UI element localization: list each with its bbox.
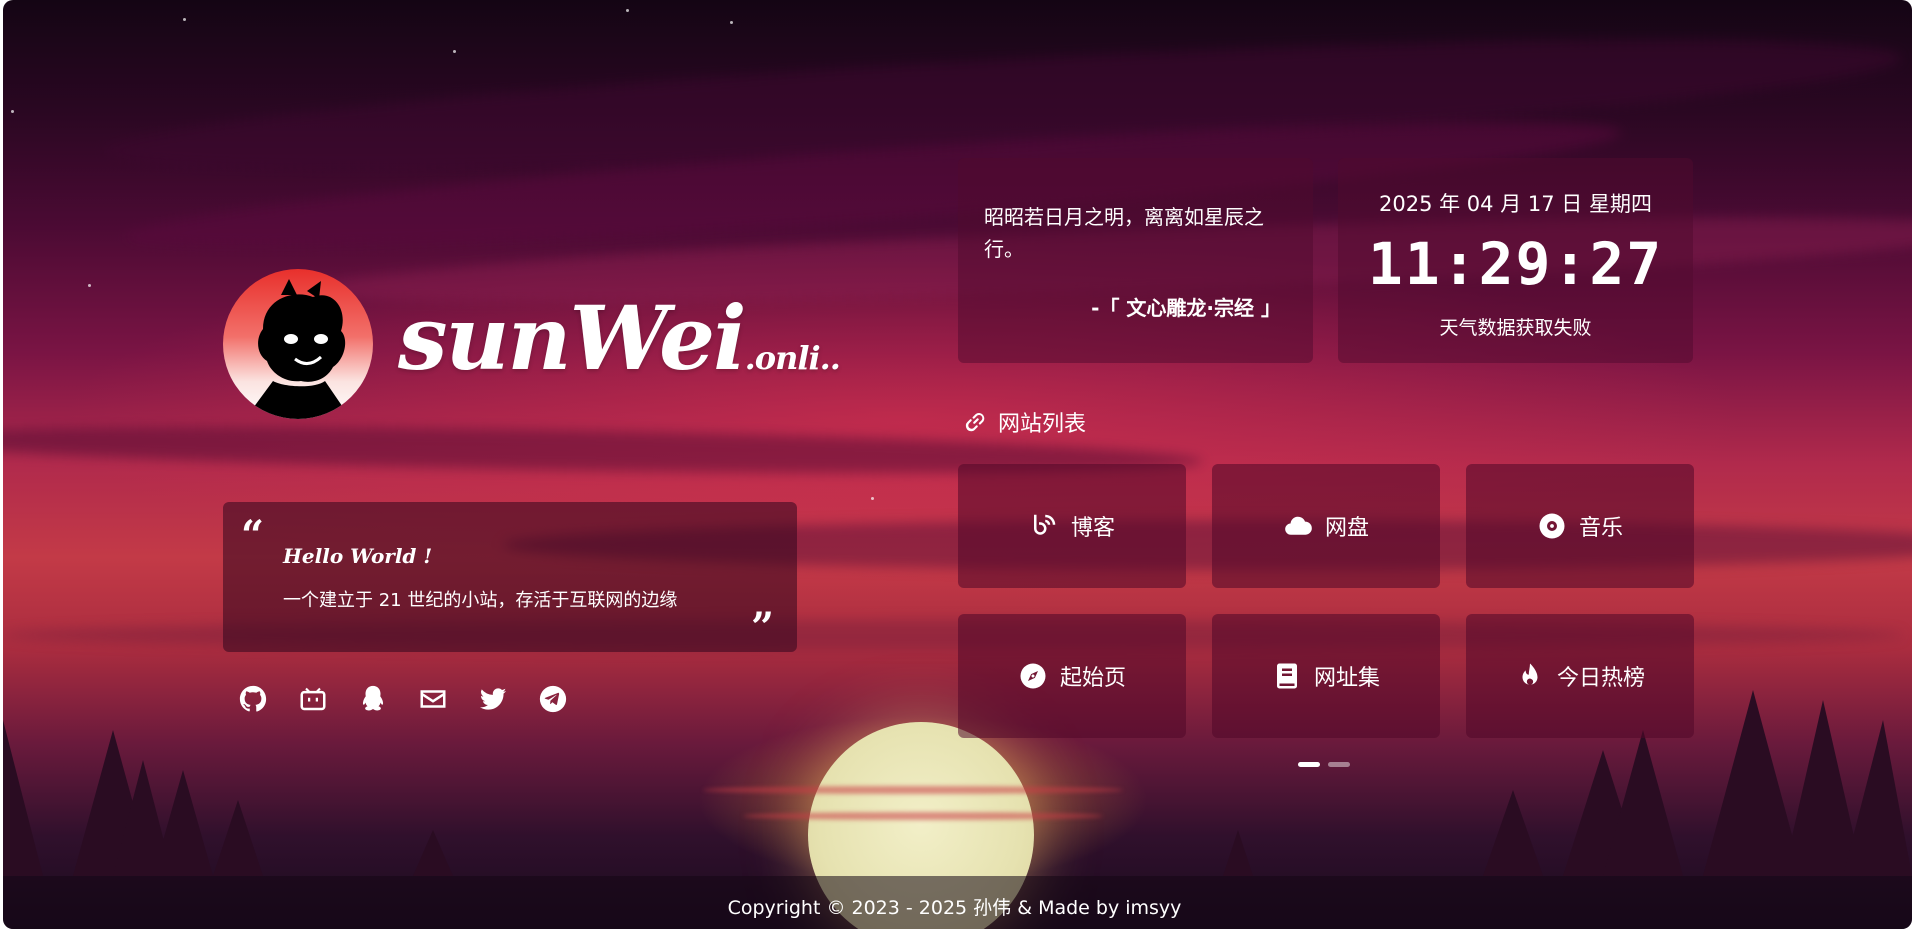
footer-copyright: Copyright © 2023 - 2025 孙伟 & Made by ims… [727, 897, 1182, 919]
music-disc-icon [1539, 513, 1565, 539]
pagination-dot-1[interactable] [1298, 762, 1320, 767]
open-quote-icon: “ [241, 512, 265, 559]
fire-icon [1522, 663, 1538, 685]
cloud-icon [1285, 516, 1312, 535]
avatar [223, 269, 373, 419]
brand-name: sunWei [398, 286, 747, 390]
blog-icon [1033, 514, 1056, 535]
star [453, 50, 456, 53]
star [183, 18, 186, 21]
star [626, 9, 629, 12]
brand-suffix: .onli.. [744, 339, 841, 377]
github-icon[interactable] [236, 682, 269, 715]
intro-greeting: Hello World ! [283, 544, 433, 568]
character-silhouette-icon [245, 279, 351, 419]
site-tile-label: 网址集 [1313, 666, 1380, 691]
social-links [236, 682, 569, 715]
date-display: 2025 年 04 月 17 日 星期四 [1379, 192, 1652, 216]
telegram-icon[interactable] [536, 682, 569, 715]
site-tile-hot-list[interactable]: 今日热榜 [1466, 614, 1694, 738]
intro-card: “ Hello World ! 一个建立于 21 世纪的小站，存活于互联网的边缘… [223, 502, 797, 652]
star [11, 110, 14, 113]
intro-description: 一个建立于 21 世纪的小站，存活于互联网的边缘 [283, 590, 678, 611]
site-tile-label: 起始页 [1059, 666, 1126, 691]
bilibili-icon[interactable] [296, 682, 329, 715]
site-tile-label: 博客 [1070, 516, 1115, 541]
site-tile-cloud-drive[interactable]: 网盘 [1212, 464, 1440, 588]
site-tile-music[interactable]: 音乐 [1466, 464, 1694, 588]
site-tile-start-page[interactable]: 起始页 [958, 614, 1186, 738]
site-tile-label: 音乐 [1578, 516, 1623, 541]
time-display: 11:29:27 [1367, 230, 1664, 298]
poem-text: 昭昭若日月之明，离离如星辰之行。 [984, 205, 1264, 261]
site-tile-blog[interactable]: 博客 [958, 464, 1186, 588]
pagination-dot-2[interactable] [1328, 762, 1350, 767]
hitokoto-card[interactable]: 昭昭若日月之明，离离如星辰之行。 -「 文心雕龙·宗经 」 [958, 158, 1313, 363]
star [730, 21, 733, 24]
mail-icon[interactable] [416, 682, 449, 715]
star [88, 284, 91, 287]
close-quote-icon: ” [751, 604, 775, 651]
star [871, 497, 874, 500]
clock-weather-card: 2025 年 04 月 17 日 星期四 11:29:27 天气数据获取失败 [1338, 158, 1693, 363]
twitter-icon[interactable] [476, 682, 509, 715]
poem-source: -「 文心雕龙·宗经 」 [1091, 296, 1281, 320]
site-list-title: 网站列表 [962, 406, 1086, 438]
qq-icon[interactable] [356, 682, 389, 715]
site-tile-bookmarks[interactable]: 网址集 [1212, 614, 1440, 738]
site-brand[interactable]: sunWei.onli.. [398, 286, 841, 390]
site-tile-label: 网盘 [1324, 516, 1369, 541]
site-tile-label: 今日热榜 [1556, 666, 1645, 691]
compass-icon [1020, 663, 1046, 689]
link-icon [965, 413, 985, 432]
weather-status: 天气数据获取失败 [1439, 317, 1592, 339]
site-list-pagination [1298, 762, 1350, 767]
book-icon [1276, 663, 1297, 689]
site-list-title-label: 网站列表 [998, 412, 1087, 437]
